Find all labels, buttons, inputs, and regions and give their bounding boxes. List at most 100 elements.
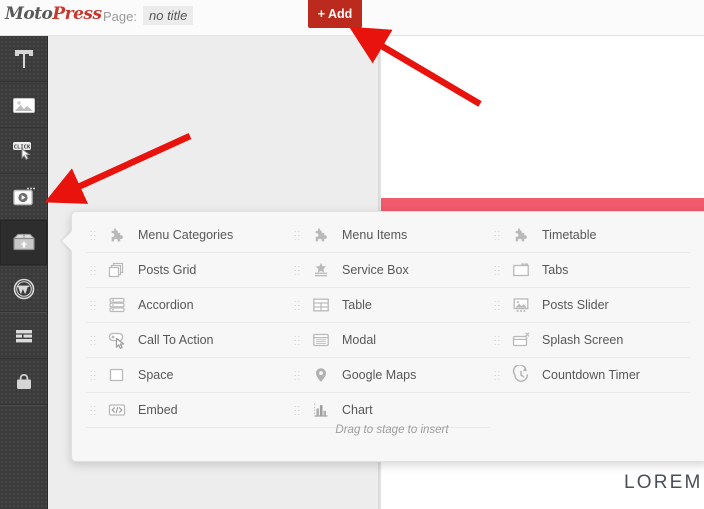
image-icon [11, 92, 37, 118]
panel-pointer-notch [62, 231, 72, 251]
star-lines-icon [308, 260, 334, 280]
element-item-service-box[interactable]: :::: Service Box [290, 253, 490, 288]
element-column-1: :::: Menu Categories :::: Posts Grid:: … [86, 218, 290, 428]
element-label: Google Maps [342, 368, 417, 382]
drag-grip-icon[interactable]: :::: [294, 229, 304, 242]
cursor-banner-icon [104, 330, 130, 350]
page-title-field[interactable]: no title [143, 6, 194, 25]
drag-grip-icon[interactable]: :::: [294, 299, 304, 312]
element-item-chart[interactable]: :::: Chart [290, 393, 490, 428]
code-brackets-icon [104, 400, 130, 420]
element-label: Menu Categories [138, 228, 234, 242]
drag-grip-icon[interactable]: :::: [294, 264, 304, 277]
sidebar-item-image-tool[interactable] [0, 82, 47, 128]
page-label: Page: [103, 9, 137, 24]
element-label: Accordion [138, 298, 194, 312]
sidebar-item-video-tool[interactable] [0, 174, 47, 220]
clock-timer-icon [508, 365, 534, 385]
drag-grip-icon[interactable]: :::: [494, 229, 504, 242]
click-button-icon: CLICK [10, 138, 38, 164]
rows-list-icon [11, 323, 37, 349]
logo-moto-text: Moto [5, 4, 53, 24]
left-sidebar: CLICK [0, 36, 48, 509]
drag-grip-icon[interactable]: :::: [494, 369, 504, 382]
element-item-posts-grid[interactable]: :::: Posts Grid [86, 253, 290, 288]
element-item-countdown-timer[interactable]: :::: Countdown Timer [490, 358, 690, 393]
drag-grip-icon[interactable]: :::: [294, 404, 304, 417]
tabs-window-icon [508, 260, 534, 280]
element-label: Menu Items [342, 228, 408, 242]
drag-grip-icon[interactable]: :::: [90, 369, 100, 382]
element-item-timetable[interactable]: :::: Timetable [490, 218, 690, 253]
element-label: Call To Action [138, 333, 214, 347]
sidebar-item-rows-tool[interactable] [0, 313, 47, 359]
element-item-posts-slider[interactable]: :::: Posts Slider [490, 288, 690, 323]
stacked-squares-icon [104, 260, 130, 280]
element-item-menu-categories[interactable]: :::: Menu Categories [86, 218, 290, 253]
element-picker-panel: :::: Menu Categories :::: Posts Grid:: … [71, 211, 704, 462]
drag-grip-icon[interactable]: :::: [90, 299, 100, 312]
element-item-embed[interactable]: :::: Embed [86, 393, 290, 428]
drag-grip-icon[interactable]: :::: [90, 264, 100, 277]
element-item-modal[interactable]: :::: Modal [290, 323, 490, 358]
element-label: Posts Slider [542, 298, 609, 312]
element-label: Modal [342, 333, 377, 347]
element-item-tabs[interactable]: :::: Tabs [490, 253, 690, 288]
empty-square-icon [104, 365, 130, 385]
element-label: Tabs [542, 263, 569, 277]
sidebar-item-button-tool[interactable]: CLICK [0, 128, 47, 174]
drag-grip-icon[interactable]: :::: [294, 334, 304, 347]
motopress-logo[interactable]: MotoPress [5, 4, 102, 24]
splash-close-icon [508, 330, 534, 350]
element-item-menu-items[interactable]: :::: Menu Items [290, 218, 490, 253]
sidebar-item-shop-tool[interactable] [0, 359, 47, 405]
wordpress-icon [11, 276, 37, 302]
element-item-call-to-action[interactable]: :::: Call To Action [86, 323, 290, 358]
element-item-google-maps[interactable]: :::: Google Maps [290, 358, 490, 393]
sidebar-item-addons-tool[interactable] [0, 220, 47, 266]
puzzle-icon [104, 225, 130, 245]
drag-grip-icon[interactable]: :::: [294, 369, 304, 382]
sidebar-item-wordpress-tool[interactable] [0, 266, 47, 312]
element-label: Chart [342, 403, 373, 417]
element-label: Countdown Timer [542, 368, 640, 382]
canvas-heading: LOREM I [624, 472, 704, 493]
drag-grip-icon[interactable]: :::: [494, 264, 504, 277]
motopress-editor: LOREM I MotoPress Page: no title + Add [0, 0, 704, 509]
element-label: Table [342, 298, 372, 312]
add-button[interactable]: + Add [308, 0, 362, 28]
drag-grip-icon[interactable]: :::: [90, 334, 100, 347]
modal-window-icon [308, 330, 334, 350]
table-grid-icon [308, 295, 334, 315]
element-item-splash-screen[interactable]: :::: Splash Screen [490, 323, 690, 358]
drag-grip-icon[interactable]: :::: [494, 334, 504, 347]
element-label: Posts Grid [138, 263, 197, 277]
package-box-icon [10, 230, 38, 256]
element-column-2: :::: Menu Items :::: Service Box:::: T… [290, 218, 490, 428]
video-player-icon [11, 184, 37, 210]
element-label: Timetable [542, 228, 597, 242]
shop-bag-icon [11, 369, 37, 395]
element-item-table[interactable]: :::: Table [290, 288, 490, 323]
logo-press-text: Press [52, 4, 102, 24]
element-label: Space [138, 368, 174, 382]
element-label: Service Box [342, 263, 409, 277]
drag-grip-icon[interactable]: :::: [90, 229, 100, 242]
accordion-stack-icon [104, 295, 130, 315]
puzzle-icon [308, 225, 334, 245]
puzzle-icon [508, 225, 534, 245]
text-t-icon [11, 46, 37, 72]
map-pin-icon [308, 365, 334, 385]
drag-to-stage-hint: Drag to stage to insert [335, 424, 449, 436]
image-slider-icon [508, 295, 534, 315]
element-item-accordion[interactable]: :::: Accordion [86, 288, 290, 323]
bar-chart-icon [308, 400, 334, 420]
element-item-space[interactable]: :::: Space [86, 358, 290, 393]
element-columns: :::: Menu Categories :::: Posts Grid:: … [72, 212, 704, 428]
element-label: Embed [138, 403, 178, 417]
drag-grip-icon[interactable]: :::: [90, 404, 100, 417]
element-column-3: :::: Timetable :::: Tabs:::: Posts Sli… [490, 218, 690, 428]
sidebar-item-text-tool[interactable] [0, 36, 47, 82]
drag-grip-icon[interactable]: :::: [494, 299, 504, 312]
sidebar-group-bottom [0, 312, 47, 406]
